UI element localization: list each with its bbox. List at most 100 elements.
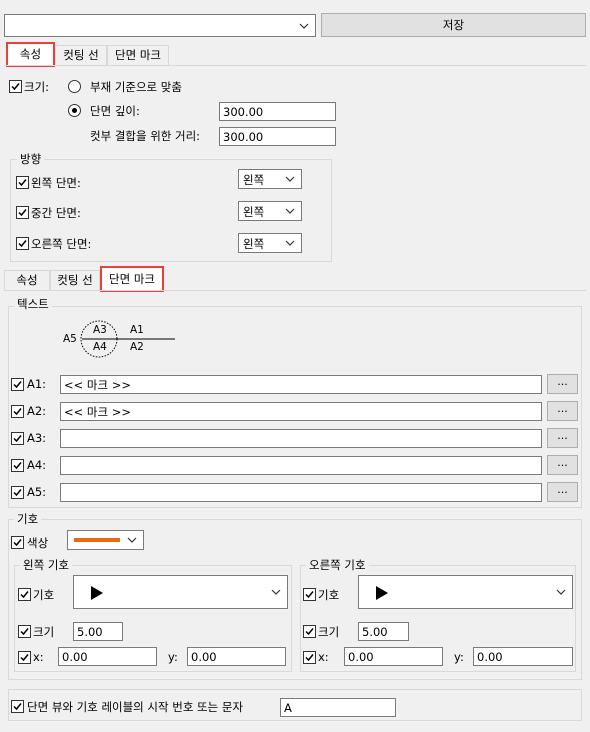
preview-a3: A3 bbox=[93, 324, 107, 336]
section-mark-preview bbox=[80, 320, 175, 358]
save-button[interactable]: 저장 bbox=[321, 13, 586, 37]
right-y-label: y: bbox=[454, 650, 464, 664]
right-symbol-checkbox[interactable] bbox=[303, 588, 316, 601]
tab-properties-2[interactable]: 속성 bbox=[4, 270, 50, 290]
start-label-text: 단면 뷰와 기호 레이블의 시작 번호 또는 문자 bbox=[27, 700, 244, 714]
color-checkbox[interactable] bbox=[11, 536, 24, 549]
a5-input[interactable] bbox=[60, 483, 542, 502]
a2-input[interactable]: << 마크 >> bbox=[60, 402, 542, 421]
checkmark-icon bbox=[13, 539, 22, 547]
checkmark-icon bbox=[18, 240, 27, 248]
checkmark-icon bbox=[13, 489, 22, 497]
chevron-down-icon bbox=[127, 537, 137, 543]
checkmark-icon bbox=[13, 435, 22, 443]
a3-input[interactable] bbox=[60, 429, 542, 448]
left-size-input[interactable]: 5.00 bbox=[73, 622, 123, 641]
left-section-select[interactable]: 왼쪽 bbox=[238, 169, 302, 189]
size-label: 크기: bbox=[24, 80, 50, 94]
play-arrow-icon bbox=[91, 586, 103, 600]
right-size-input[interactable]: 5.00 bbox=[358, 622, 409, 641]
preview-a5: A5 bbox=[63, 333, 77, 345]
checkmark-icon bbox=[18, 209, 27, 217]
chevron-down-icon bbox=[285, 176, 295, 182]
fit-to-part-label: 부재 기준으로 맞춤 bbox=[90, 80, 182, 94]
color-label: 색상 bbox=[27, 536, 49, 550]
a1-browse-button[interactable]: ... bbox=[547, 374, 578, 394]
left-y-input[interactable]: 0.00 bbox=[187, 647, 286, 666]
right-symbol-select[interactable] bbox=[358, 575, 573, 609]
left-symbol-select[interactable] bbox=[73, 575, 288, 609]
left-x-label: x: bbox=[33, 650, 44, 664]
right-size-label: 크기 bbox=[318, 625, 340, 639]
chevron-down-icon bbox=[285, 240, 295, 246]
a4-input[interactable] bbox=[60, 456, 542, 475]
chevron-down-icon bbox=[271, 589, 281, 595]
left-section-checkbox[interactable] bbox=[16, 176, 29, 189]
cut-distance-label: 컷부 결합을 위한 거리: bbox=[90, 129, 201, 143]
a3-checkbox[interactable] bbox=[11, 432, 24, 445]
checkmark-icon bbox=[305, 654, 314, 662]
color-select[interactable] bbox=[67, 530, 144, 550]
a2-browse-button[interactable]: ... bbox=[547, 401, 578, 421]
right-section-checkbox[interactable] bbox=[16, 237, 29, 250]
section-depth-radio[interactable] bbox=[68, 104, 81, 117]
fit-to-part-radio[interactable] bbox=[68, 80, 81, 93]
start-label-checkbox[interactable] bbox=[11, 700, 24, 713]
left-y-label: y: bbox=[168, 650, 178, 664]
right-section-label: 오른쪽 단면: bbox=[31, 237, 92, 251]
a4-checkbox[interactable] bbox=[11, 459, 24, 472]
chevron-down-icon bbox=[299, 23, 309, 29]
left-x-checkbox[interactable] bbox=[18, 651, 31, 664]
right-section-select[interactable]: 왼쪽 bbox=[238, 233, 302, 253]
checkmark-icon bbox=[20, 628, 29, 636]
section-depth-input[interactable]: 300.00 bbox=[219, 102, 336, 121]
a5-browse-button[interactable]: ... bbox=[547, 482, 578, 502]
text-group-title: 텍스트 bbox=[14, 296, 52, 312]
middle-section-select[interactable]: 왼쪽 bbox=[238, 201, 302, 221]
cut-distance-input[interactable]: 300.00 bbox=[219, 127, 336, 146]
direction-title: 방향 bbox=[17, 151, 45, 167]
left-size-checkbox[interactable] bbox=[18, 625, 31, 638]
left-symbol-title: 왼쪽 기호 bbox=[20, 557, 72, 573]
tab-cutting-line[interactable]: 컷팅 선 bbox=[55, 45, 107, 65]
checkmark-icon bbox=[13, 462, 22, 470]
checkmark-icon bbox=[305, 628, 314, 636]
right-y-input[interactable]: 0.00 bbox=[473, 647, 573, 666]
tab-section-mark[interactable]: 단면 마크 bbox=[107, 45, 169, 65]
preview-a4: A4 bbox=[93, 341, 107, 353]
preset-combo[interactable] bbox=[4, 14, 316, 37]
middle-section-label: 중간 단면: bbox=[31, 206, 81, 220]
symbol-group-title: 기호 bbox=[14, 511, 42, 527]
tab-properties[interactable]: 속성 bbox=[6, 42, 55, 67]
a4-label: A4: bbox=[27, 458, 47, 472]
right-size-checkbox[interactable] bbox=[303, 625, 316, 638]
a4-browse-button[interactable]: ... bbox=[547, 455, 578, 475]
chevron-down-icon bbox=[556, 589, 566, 595]
size-checkbox[interactable] bbox=[9, 80, 22, 93]
tab-underline-2 bbox=[4, 290, 586, 291]
preview-a2: A2 bbox=[130, 341, 144, 353]
a1-checkbox[interactable] bbox=[11, 378, 24, 391]
checkmark-icon bbox=[20, 591, 29, 599]
left-x-input[interactable]: 0.00 bbox=[58, 647, 157, 666]
tab-underline bbox=[4, 65, 586, 66]
tab-section-mark-2[interactable]: 단면 마크 bbox=[100, 266, 164, 292]
checkmark-icon bbox=[13, 381, 22, 389]
tab-cutting-line-2[interactable]: 컷팅 선 bbox=[50, 270, 100, 290]
right-x-input[interactable]: 0.00 bbox=[344, 647, 443, 666]
a3-browse-button[interactable]: ... bbox=[547, 428, 578, 448]
a3-label: A3: bbox=[27, 431, 47, 445]
checkmark-icon bbox=[13, 703, 22, 711]
a1-label: A1: bbox=[27, 377, 47, 391]
a5-checkbox[interactable] bbox=[11, 486, 24, 499]
checkmark-icon bbox=[305, 591, 314, 599]
a1-input[interactable]: << 마크 >> bbox=[60, 375, 542, 394]
a2-checkbox[interactable] bbox=[11, 405, 24, 418]
left-symbol-label: 기호 bbox=[33, 588, 55, 602]
left-size-label: 크기 bbox=[33, 625, 55, 639]
left-symbol-checkbox[interactable] bbox=[18, 588, 31, 601]
right-x-checkbox[interactable] bbox=[303, 651, 316, 664]
middle-section-checkbox[interactable] bbox=[16, 206, 29, 219]
start-label-input[interactable]: A bbox=[280, 698, 396, 717]
section-depth-label: 단면 깊이: bbox=[90, 104, 140, 118]
